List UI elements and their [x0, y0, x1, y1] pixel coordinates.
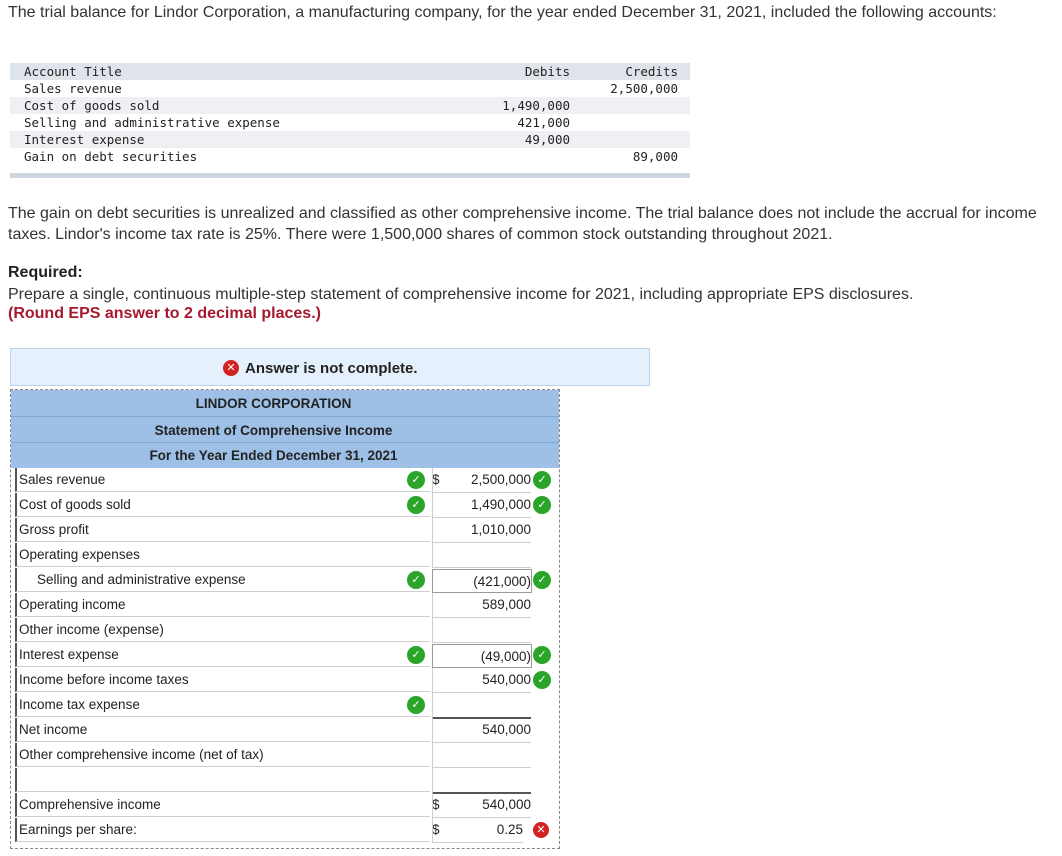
- column-credits: Credits: [625, 64, 678, 79]
- amount-value: [432, 543, 531, 568]
- table-row: Sales revenue 2,500,000: [10, 80, 690, 97]
- column-account-title: Account Title: [24, 64, 122, 79]
- row-label[interactable]: Income tax expense: [15, 693, 430, 717]
- rounding-note: (Round EPS answer to 2 decimal places.): [8, 305, 321, 322]
- x-circle-icon: ✕: [223, 360, 239, 376]
- check-circle-icon: ✓: [533, 496, 551, 514]
- amount-value: 589,000: [432, 593, 531, 618]
- account-title: Interest expense: [24, 132, 145, 147]
- table-row: Cost of goods sold 1,490,000: [10, 97, 690, 114]
- eps-input[interactable]: 0.25: [432, 818, 523, 843]
- row-label[interactable]: Other comprehensive income (net of tax): [15, 743, 430, 767]
- check-circle-icon: ✓: [533, 571, 551, 589]
- amount-input[interactable]: 540,000: [432, 668, 531, 693]
- trial-balance-header: Account Title Debits Credits: [10, 63, 690, 80]
- row-label[interactable]: [15, 768, 430, 792]
- table-row: [11, 768, 559, 794]
- statement-title: Statement of Comprehensive Income: [11, 416, 559, 443]
- row-label: Comprehensive income: [15, 793, 430, 817]
- required-heading: Required:: [8, 264, 83, 281]
- row-label: Other income (expense): [15, 618, 430, 642]
- check-circle-icon: ✓: [533, 671, 551, 689]
- trial-balance-table: Account Title Debits Credits Sales reven…: [10, 63, 690, 178]
- table-row: Gain on debt securities 89,000: [10, 148, 690, 165]
- debit-value: 421,000: [517, 115, 570, 130]
- amount-input[interactable]: 2,500,000: [432, 468, 531, 493]
- table-row: Sales revenue ✓ $ 2,500,000 ✓: [11, 468, 559, 493]
- debit-value: 49,000: [524, 132, 570, 147]
- row-label: Earnings per share:: [15, 818, 430, 842]
- table-row: Interest expense 49,000: [10, 131, 690, 148]
- check-circle-icon: ✓: [407, 471, 425, 489]
- row-label: Operating expenses: [15, 543, 430, 567]
- table-row: Other comprehensive income (net of tax): [11, 743, 559, 768]
- row-label[interactable]: Interest expense: [15, 643, 430, 667]
- amount-input[interactable]: [432, 743, 531, 768]
- account-title: Sales revenue: [24, 81, 122, 96]
- row-label: Gross profit: [15, 518, 430, 542]
- required-text: Prepare a single, continuous multiple-st…: [8, 286, 914, 303]
- debit-value: 1,490,000: [502, 98, 570, 113]
- table-row: Comprehensive income $ 540,000: [11, 793, 559, 818]
- check-circle-icon: ✓: [407, 646, 425, 664]
- row-label: Income before income taxes: [15, 668, 430, 692]
- table-row: Earnings per share: $ 0.25 ✕: [11, 818, 559, 843]
- table-row: Selling and administrative expense 421,0…: [10, 114, 690, 131]
- table-row: Income tax expense ✓: [11, 693, 559, 719]
- account-title: Cost of goods sold: [24, 98, 160, 113]
- table-row: Income before income taxes 540,000 ✓: [11, 668, 559, 693]
- credit-value: 89,000: [632, 149, 678, 164]
- amount-value: 540,000: [432, 793, 531, 818]
- amount-input[interactable]: 1,490,000: [432, 493, 531, 518]
- credit-value: 2,500,000: [610, 81, 678, 96]
- amount-value: 1,010,000: [432, 518, 531, 543]
- statement-company: LINDOR CORPORATION: [11, 390, 559, 416]
- amount-value: 540,000: [432, 718, 531, 743]
- amount-input[interactable]: [432, 768, 531, 794]
- table-row: Net income 540,000: [11, 718, 559, 743]
- problem-paragraph: The gain on debt securities is unrealize…: [8, 205, 1037, 243]
- row-label[interactable]: Cost of goods sold: [15, 493, 430, 517]
- table-row: Other income (expense): [11, 618, 559, 643]
- check-circle-icon: ✓: [407, 696, 425, 714]
- intro-text: The trial balance for Lindor Corporation…: [8, 4, 997, 21]
- table-row: Cost of goods sold ✓ 1,490,000 ✓: [11, 493, 559, 518]
- answer-status-text: Answer is not complete.: [245, 359, 418, 377]
- column-debits: Debits: [524, 64, 570, 79]
- row-label: Operating income: [15, 593, 430, 617]
- table-row: Gross profit 1,010,000: [11, 518, 559, 543]
- answer-status-banner: ✕ Answer is not complete.: [10, 348, 650, 386]
- check-circle-icon: ✓: [533, 471, 551, 489]
- table-row: Selling and administrative expense ✓ (42…: [11, 568, 559, 593]
- amount-input[interactable]: (421,000): [432, 569, 532, 593]
- check-circle-icon: ✓: [407, 571, 425, 589]
- amount-value: [432, 618, 531, 643]
- statement-form: LINDOR CORPORATION Statement of Comprehe…: [10, 389, 560, 849]
- amount-input[interactable]: [432, 693, 531, 719]
- check-circle-icon: ✓: [407, 496, 425, 514]
- table-row: Operating income 589,000: [11, 593, 559, 618]
- table-row: Operating expenses: [11, 543, 559, 568]
- x-circle-icon: ✕: [533, 822, 549, 838]
- account-title: Selling and administrative expense: [24, 115, 280, 130]
- statement-period: For the Year Ended December 31, 2021: [11, 442, 559, 468]
- table-row: Interest expense ✓ (49,000) ✓: [11, 643, 559, 668]
- check-circle-icon: ✓: [533, 646, 551, 664]
- account-title: Gain on debt securities: [24, 149, 198, 164]
- row-label[interactable]: Selling and administrative expense: [15, 568, 430, 592]
- row-label: Net income: [15, 718, 430, 742]
- row-label[interactable]: Sales revenue: [15, 468, 430, 492]
- amount-input[interactable]: (49,000): [432, 644, 532, 668]
